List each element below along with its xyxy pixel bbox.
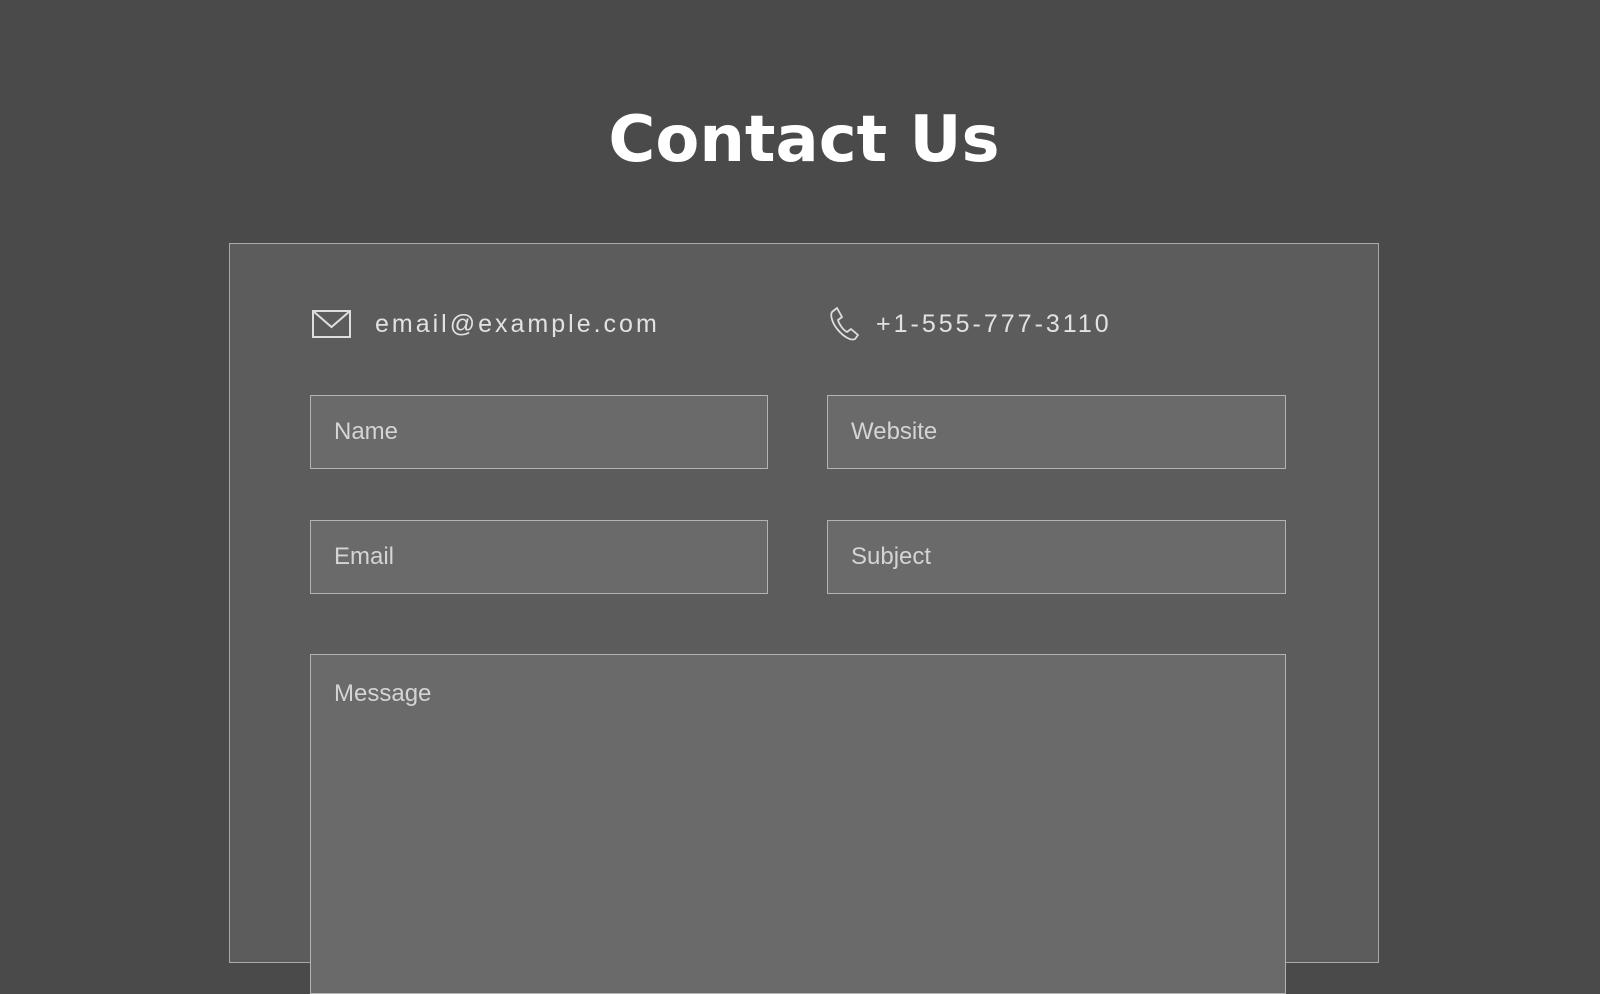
message-field[interactable] xyxy=(310,654,1286,994)
contact-phone-text: +1-555-777-3110 xyxy=(876,309,1112,338)
contact-phone[interactable]: +1-555-777-3110 xyxy=(829,302,1112,346)
contact-email-text: email@example.com xyxy=(375,309,660,338)
envelope-icon xyxy=(312,310,351,338)
contact-email[interactable]: email@example.com xyxy=(312,302,660,346)
email-field[interactable] xyxy=(310,520,768,594)
contact-form-panel: email@example.com +1-555-777-3110 xyxy=(229,243,1379,994)
page-title: Contact Us xyxy=(608,103,1000,177)
subject-field[interactable] xyxy=(827,520,1286,594)
name-field[interactable] xyxy=(310,395,768,469)
website-field[interactable] xyxy=(827,395,1286,469)
phone-icon xyxy=(829,306,859,342)
